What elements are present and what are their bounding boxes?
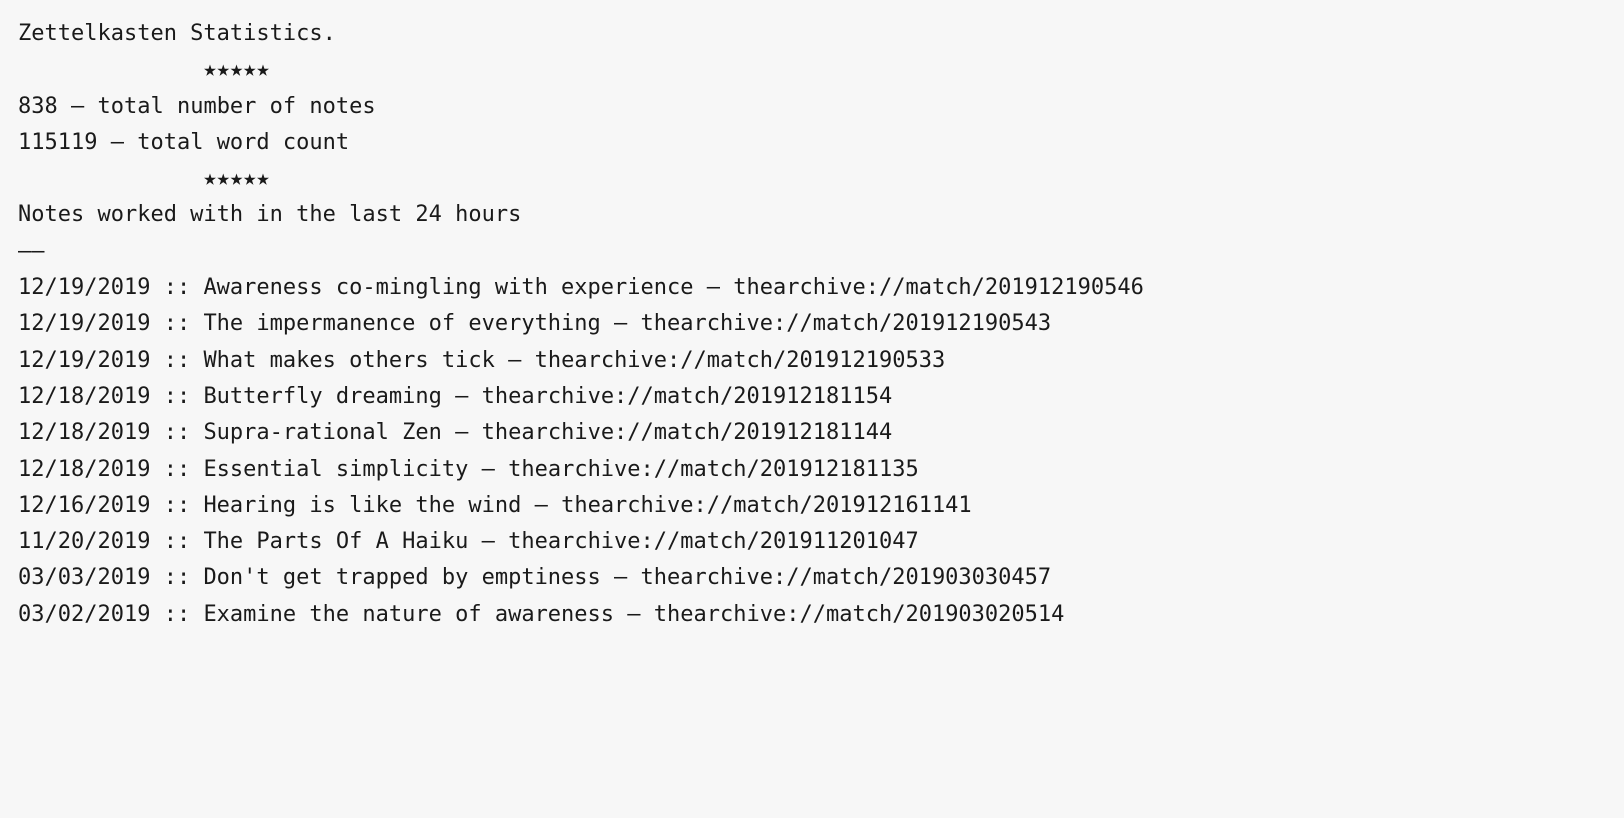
recent-entry: 12/18/2019 :: Supra-rational Zen — thear… xyxy=(18,415,1606,451)
recent-entry: 03/03/2019 :: Don't get trapped by empti… xyxy=(18,560,1606,596)
entry-title: Don't get trapped by emptiness xyxy=(203,565,600,590)
entry-date: 12/19/2019 xyxy=(18,275,150,300)
entry-url[interactable]: thearchive://match/201912181135 xyxy=(508,457,919,482)
entry-separator: :: xyxy=(150,457,203,482)
entry-url[interactable]: thearchive://match/201912190533 xyxy=(535,348,946,373)
entry-url[interactable]: thearchive://match/201912181144 xyxy=(482,420,893,445)
entry-title: Essential simplicity xyxy=(203,457,468,482)
entry-dash: — xyxy=(601,311,641,336)
entry-title: Awareness co-mingling with experience xyxy=(203,275,693,300)
recent-entry: 12/18/2019 :: Butterfly dreaming — thear… xyxy=(18,379,1606,415)
entry-date: 11/20/2019 xyxy=(18,529,150,554)
recent-heading: Notes worked with in the last 24 hours xyxy=(18,197,1606,233)
recent-entry: 11/20/2019 :: The Parts Of A Haiku — the… xyxy=(18,524,1606,560)
entry-title: The impermanence of everything xyxy=(203,311,600,336)
entry-separator: :: xyxy=(150,529,203,554)
recent-entry: 12/19/2019 :: Awareness co-mingling with… xyxy=(18,270,1606,306)
entry-separator: :: xyxy=(150,311,203,336)
entry-url[interactable]: thearchive://match/201903020514 xyxy=(654,602,1065,627)
recent-entry: 03/02/2019 :: Examine the nature of awar… xyxy=(18,597,1606,633)
note-count-label: — total number of notes xyxy=(58,94,376,119)
entry-title: Examine the nature of awareness xyxy=(203,602,614,627)
entry-separator: :: xyxy=(150,275,203,300)
entry-url[interactable]: thearchive://match/201912161141 xyxy=(561,493,972,518)
entry-date: 12/18/2019 xyxy=(18,457,150,482)
entry-title: Butterfly dreaming xyxy=(203,384,441,409)
word-count-value: 115119 xyxy=(18,130,97,155)
recent-rule: —— xyxy=(18,234,1606,270)
stat-word-count: 115119 — total word count xyxy=(18,125,1606,161)
entry-separator: :: xyxy=(150,493,203,518)
entry-date: 12/16/2019 xyxy=(18,493,150,518)
entry-dash: — xyxy=(495,348,535,373)
entry-url[interactable]: thearchive://match/201912181154 xyxy=(482,384,893,409)
report-title: Zettelkasten Statistics. xyxy=(18,16,1606,52)
entry-date: 03/02/2019 xyxy=(18,602,150,627)
stat-note-count: 838 — total number of notes xyxy=(18,89,1606,125)
stats-report: Zettelkasten Statistics. ★★★★★ 838 — tot… xyxy=(18,16,1606,633)
word-count-label: — total word count xyxy=(97,130,349,155)
recent-entry: 12/18/2019 :: Essential simplicity — the… xyxy=(18,452,1606,488)
entry-dash: — xyxy=(442,420,482,445)
entry-title: Hearing is like the wind xyxy=(203,493,521,518)
entry-separator: :: xyxy=(150,602,203,627)
entry-url[interactable]: thearchive://match/201912190543 xyxy=(641,311,1052,336)
entry-dash: — xyxy=(442,384,482,409)
entry-dash: — xyxy=(694,275,734,300)
entry-date: 12/18/2019 xyxy=(18,420,150,445)
entry-separator: :: xyxy=(150,420,203,445)
entry-date: 12/18/2019 xyxy=(18,384,150,409)
entry-dash: — xyxy=(521,493,561,518)
divider-bottom: ★★★★★ xyxy=(18,161,1606,197)
recent-entry: 12/19/2019 :: The impermanence of everyt… xyxy=(18,306,1606,342)
entry-url[interactable]: thearchive://match/201912190546 xyxy=(733,275,1144,300)
entry-separator: :: xyxy=(150,348,203,373)
entry-date: 03/03/2019 xyxy=(18,565,150,590)
entry-title: Supra-rational Zen xyxy=(203,420,441,445)
entry-separator: :: xyxy=(150,565,203,590)
entry-dash: — xyxy=(601,565,641,590)
entry-dash: — xyxy=(468,529,508,554)
entry-url[interactable]: thearchive://match/201911201047 xyxy=(508,529,919,554)
entry-title: What makes others tick xyxy=(203,348,494,373)
entry-url[interactable]: thearchive://match/201903030457 xyxy=(641,565,1052,590)
divider-top: ★★★★★ xyxy=(18,52,1606,88)
entry-date: 12/19/2019 xyxy=(18,311,150,336)
recent-entry: 12/19/2019 :: What makes others tick — t… xyxy=(18,343,1606,379)
recent-entry: 12/16/2019 :: Hearing is like the wind —… xyxy=(18,488,1606,524)
entry-dash: — xyxy=(468,457,508,482)
entry-title: The Parts Of A Haiku xyxy=(203,529,468,554)
entry-separator: :: xyxy=(150,384,203,409)
recent-entries-list: 12/19/2019 :: Awareness co-mingling with… xyxy=(18,270,1606,633)
note-count-value: 838 xyxy=(18,94,58,119)
entry-date: 12/19/2019 xyxy=(18,348,150,373)
entry-dash: — xyxy=(614,602,654,627)
